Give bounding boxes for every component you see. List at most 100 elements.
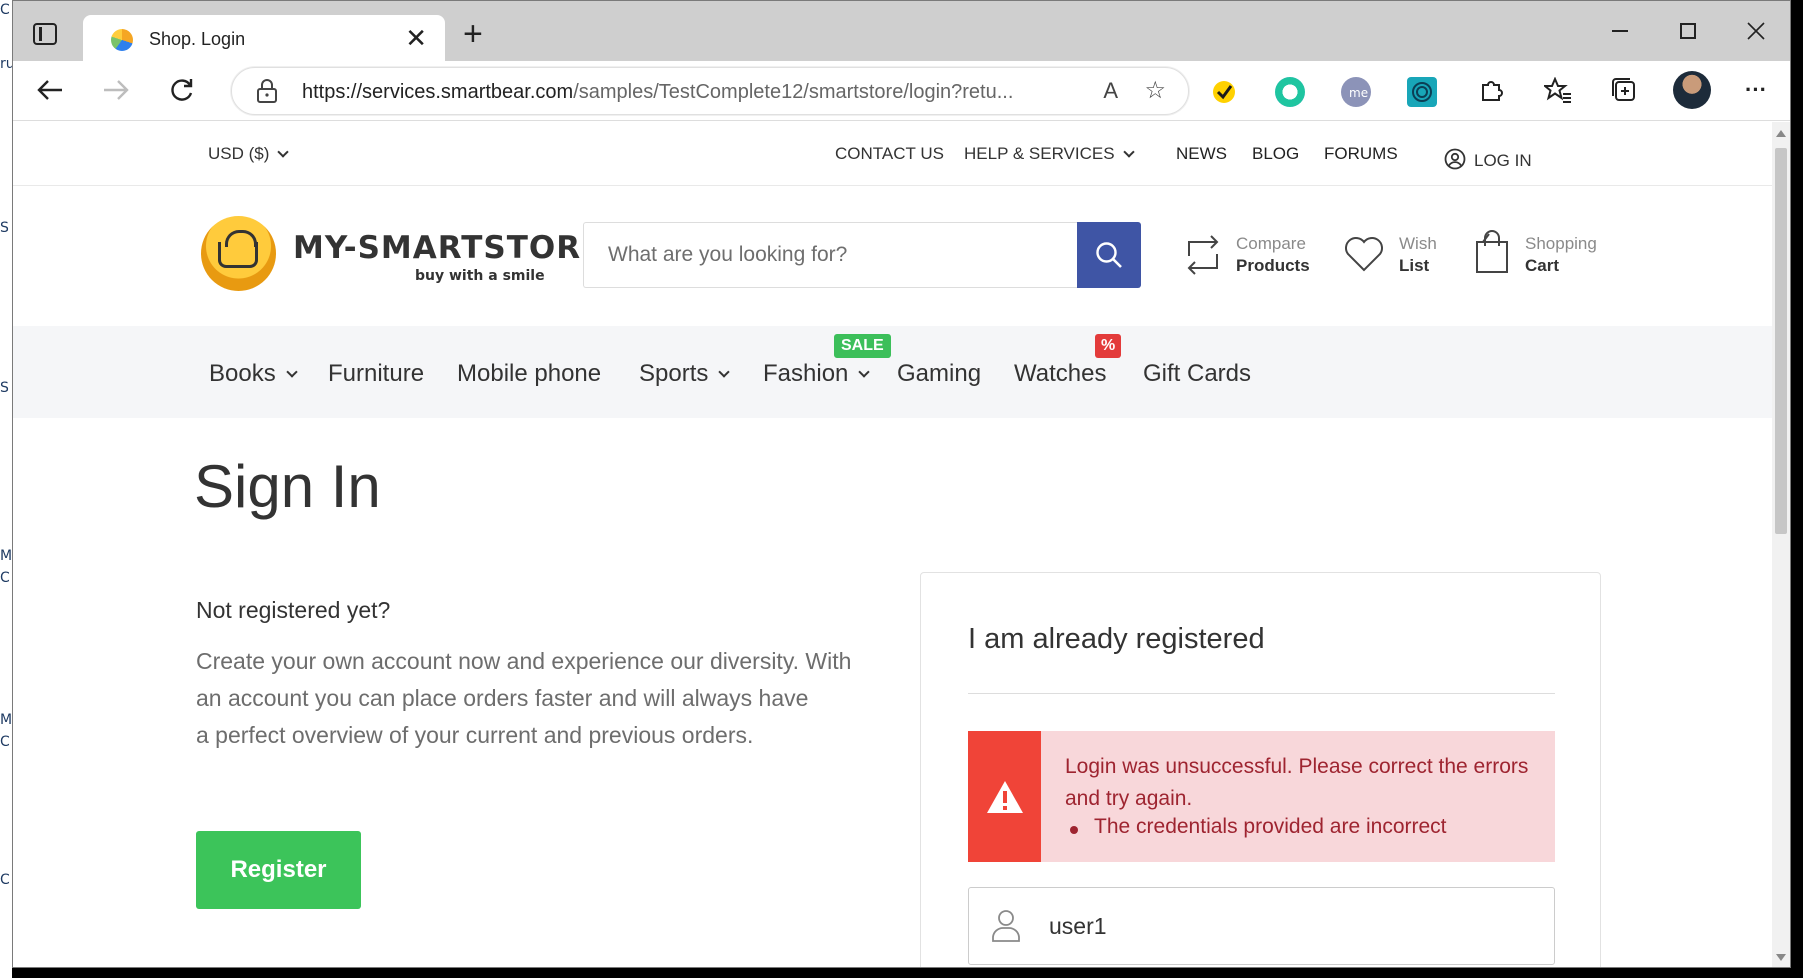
- products-label: Products: [1236, 256, 1310, 275]
- heart-icon: [1345, 237, 1383, 272]
- page-scrollbar[interactable]: [1772, 122, 1790, 967]
- back-arrow-icon[interactable]: [33, 73, 67, 107]
- scroll-thumb[interactable]: [1775, 148, 1787, 534]
- tabs-icon[interactable]: [33, 23, 57, 45]
- category-sports[interactable]: Sports: [639, 360, 731, 388]
- category-nav: Books Furniture Mobile phone Sports SALE…: [13, 326, 1779, 418]
- user-circle-icon: [1444, 148, 1466, 170]
- forums-link[interactable]: FORUMS: [1324, 144, 1398, 164]
- shopping-bag-icon: [1476, 230, 1508, 273]
- create-account-text: Create your own account now and experien…: [196, 643, 876, 754]
- wish-list-button[interactable]: Wish List: [1343, 234, 1453, 284]
- norton-extension-icon[interactable]: [1209, 77, 1239, 107]
- currency-label: USD ($): [208, 144, 270, 163]
- refresh-icon[interactable]: [165, 73, 199, 107]
- desktop-edge-char: C: [0, 872, 10, 888]
- window-controls: [1586, 1, 1790, 61]
- desktop-edge-char: C: [0, 2, 10, 18]
- currency-selector[interactable]: USD ($): [208, 144, 290, 164]
- category-label: Books: [209, 360, 276, 387]
- help-services-menu[interactable]: HELP & SERVICES: [964, 144, 1135, 164]
- tab-strip: Shop. Login ✕ +: [13, 1, 1790, 63]
- compare-icon: [1187, 235, 1219, 275]
- create-account-line: a perfect overview of your current and p…: [196, 722, 754, 748]
- address-bar[interactable]: https://services.smartbear.com/samples/T…: [231, 67, 1189, 115]
- category-fashion[interactable]: Fashion: [763, 360, 871, 388]
- compare-label: Compare: [1236, 234, 1306, 253]
- url-text[interactable]: https://services.smartbear.com/samples/T…: [302, 81, 1022, 104]
- chevron-down-icon: [1122, 146, 1135, 158]
- profile-avatar[interactable]: [1673, 71, 1711, 109]
- store-header: MY-SMARTSTORE buy with a smile Compare P…: [13, 186, 1779, 326]
- discount-badge: %: [1095, 334, 1122, 358]
- minimize-icon[interactable]: [1586, 1, 1654, 61]
- login-panel: I am already registered Login was unsucc…: [920, 572, 1601, 967]
- search-input[interactable]: [584, 223, 1077, 287]
- shopping-label: Shopping: [1525, 234, 1597, 253]
- puzzle-icon[interactable]: [1475, 73, 1509, 107]
- url-host: https://services.smartbear.com: [302, 81, 574, 103]
- category-label: Sports: [639, 360, 709, 387]
- username-input[interactable]: [1049, 888, 1529, 964]
- blog-link[interactable]: BLOG: [1252, 144, 1299, 164]
- collections-icon[interactable]: [1607, 73, 1641, 107]
- list-label: List: [1399, 256, 1430, 275]
- search-button[interactable]: [1077, 222, 1141, 288]
- category-gift-cards[interactable]: Gift Cards: [1143, 360, 1251, 388]
- category-watches[interactable]: Watches: [1014, 360, 1106, 388]
- tab-title: Shop. Login: [149, 29, 246, 49]
- login-link[interactable]: LOG IN: [1444, 144, 1532, 171]
- error-message: Login was unsuccessful. Please correct t…: [1065, 755, 1529, 810]
- search-icon: [1096, 242, 1122, 268]
- read-aloud-icon[interactable]: A: [1103, 78, 1118, 104]
- screen: C ru S S M C M C C Shop. Login ✕ + https…: [0, 0, 1803, 978]
- scroll-up-icon[interactable]: [1776, 130, 1786, 137]
- create-account-line: Create your own account now and experien…: [196, 648, 852, 674]
- cart-label: Cart: [1525, 256, 1560, 275]
- chevron-down-icon: [858, 366, 871, 378]
- category-gaming[interactable]: Gaming: [897, 360, 981, 388]
- contact-us-link[interactable]: CONTACT US: [835, 144, 944, 164]
- maximize-icon[interactable]: [1654, 1, 1722, 61]
- desktop-edge-char: C: [0, 570, 10, 586]
- store-logo-icon[interactable]: [201, 216, 276, 291]
- plus-icon[interactable]: +: [463, 17, 483, 51]
- username-field[interactable]: [968, 887, 1555, 965]
- store-top-bar: USD ($) CONTACT US HELP & SERVICES NEWS …: [13, 122, 1779, 186]
- compare-products-button[interactable]: Compare Products: [1183, 234, 1333, 284]
- lock-icon[interactable]: [256, 78, 278, 104]
- favicon: [111, 29, 133, 51]
- category-furniture[interactable]: Furniture: [328, 360, 424, 388]
- news-link[interactable]: NEWS: [1176, 144, 1227, 164]
- extension-icon[interactable]: [1275, 77, 1305, 107]
- scroll-down-icon[interactable]: [1776, 954, 1786, 961]
- browser-toolbar: https://services.smartbear.com/samples/T…: [13, 61, 1790, 121]
- forward-arrow-icon[interactable]: [99, 73, 133, 107]
- create-account-line: an account you can place orders faster a…: [196, 685, 809, 711]
- add-favorite-icon[interactable]: ☆: [1144, 76, 1166, 105]
- browser-tab[interactable]: Shop. Login ✕: [83, 15, 445, 63]
- desktop-edge-char: S: [0, 380, 9, 396]
- divider: [968, 693, 1555, 694]
- web-page: USD ($) CONTACT US HELP & SERVICES NEWS …: [13, 122, 1779, 967]
- user-icon: [992, 910, 1020, 942]
- more-icon[interactable]: ···: [1739, 73, 1773, 107]
- favorites-icon[interactable]: [1541, 73, 1575, 107]
- desktop-background-edge: C ru S S M C M C C: [0, 0, 15, 978]
- not-registered-heading: Not registered yet?: [196, 597, 391, 623]
- close-icon[interactable]: ✕: [405, 25, 427, 51]
- warning-icon: [968, 731, 1041, 862]
- store-logo-tagline: buy with a smile: [415, 268, 545, 284]
- category-books[interactable]: Books: [209, 360, 298, 388]
- me-extension-icon[interactable]: me: [1341, 77, 1371, 107]
- chevron-down-icon: [718, 366, 731, 378]
- qr-extension-icon[interactable]: [1407, 77, 1437, 107]
- store-logo-text[interactable]: MY-SMARTSTORE: [293, 230, 603, 266]
- shopping-cart-button[interactable]: Shopping Cart: [1473, 230, 1613, 284]
- register-button[interactable]: Register: [196, 831, 361, 909]
- category-mobile-phone[interactable]: Mobile phone: [457, 360, 601, 388]
- login-panel-title: I am already registered: [968, 623, 1265, 655]
- svg-text:me: me: [1349, 86, 1368, 100]
- window-close-icon[interactable]: [1722, 1, 1790, 61]
- chevron-down-icon: [286, 366, 298, 378]
